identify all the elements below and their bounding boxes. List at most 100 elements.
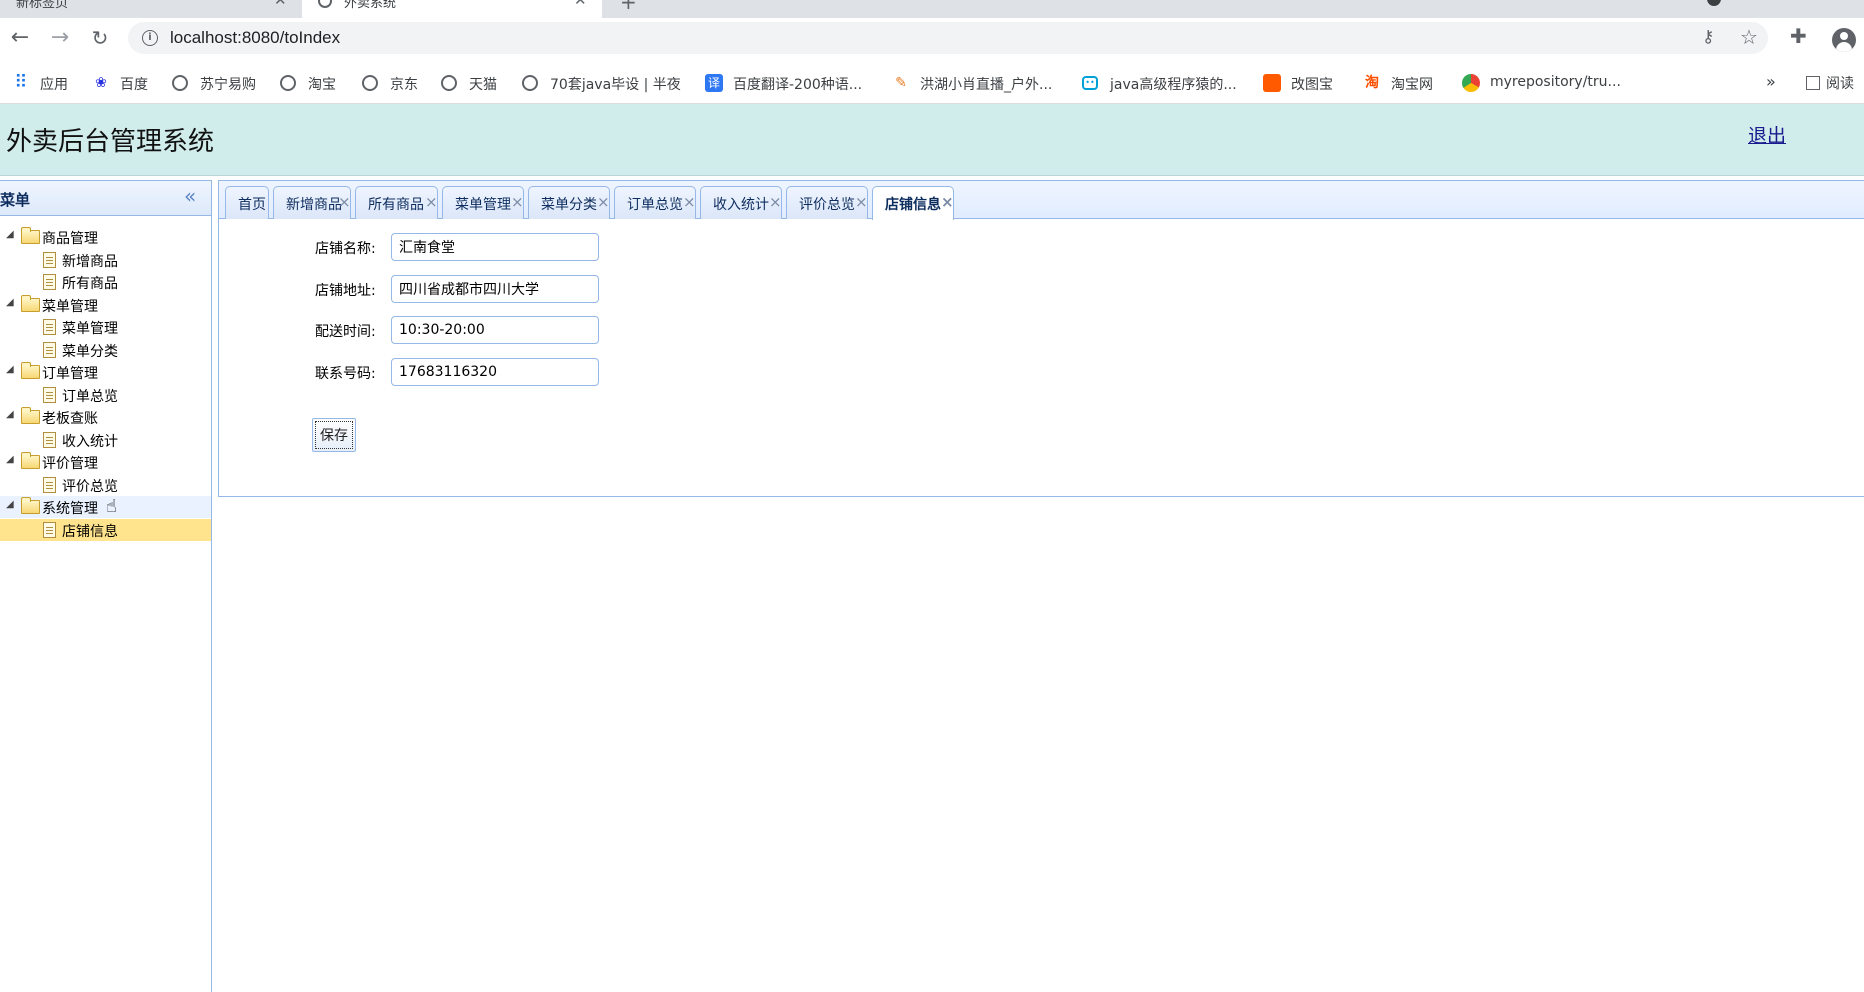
new-tab-plus-icon[interactable]: +: [620, 0, 637, 14]
bookmark-label: 百度翻译-200种语...: [733, 77, 863, 93]
tab-close-icon[interactable]: ×: [338, 193, 351, 211]
reading-list-icon: [1806, 76, 1820, 90]
tree-label: 系统管理: [42, 501, 98, 517]
browser-tab-active[interactable]: 外卖系统 ✕: [302, 0, 602, 18]
tree-label: 商品管理: [42, 231, 98, 247]
tab-close-icon[interactable]: ×: [597, 193, 610, 211]
tab-1[interactable]: 新增商品 ×: [273, 186, 351, 219]
browser-tab-strip: 新标签页 ✕ 外卖系统 ✕ + –: [0, 0, 1864, 18]
sidebar-menu: 菜单 « ◢ 商品管理新增商品 所有商品 ◢ 菜单管理菜单管理菜单分类 ◢ 订单管理订单总览…: [0, 180, 212, 992]
shop-info-form: 店铺名称: 店铺地址: 配送时间: 联系号码:: [219, 219, 1864, 497]
profile-dot-icon[interactable]: [1707, 0, 1721, 6]
tree-label: 收入统计: [62, 434, 118, 450]
tab-close-icon[interactable]: ×: [769, 193, 782, 211]
tree-label: 新增商品: [62, 254, 118, 270]
folder-open-icon: [21, 407, 40, 424]
minimize-icon[interactable]: –: [1820, 0, 1827, 6]
tab-close-icon[interactable]: ×: [425, 193, 438, 211]
tab-6[interactable]: 收入统计 ×: [700, 186, 782, 219]
expand-triangle-icon[interactable]: ◢: [6, 229, 14, 240]
key-icon[interactable]: ⚷: [1702, 27, 1714, 47]
tree-leaf[interactable]: 新增商品: [0, 249, 211, 271]
tree-label: 老板查账: [42, 411, 98, 427]
bookmark-label: 百度: [120, 77, 148, 93]
collapse-double-chevron-icon[interactable]: «: [184, 184, 196, 208]
tab-8[interactable]: 店铺信息 ×: [872, 186, 954, 220]
tab-2[interactable]: 所有商品 ×: [355, 186, 438, 219]
save-button[interactable]: 保存: [312, 418, 356, 452]
tab-close-icon[interactable]: ×: [941, 193, 954, 211]
expand-triangle-icon[interactable]: ◢: [6, 499, 14, 510]
back-arrow-icon[interactable]: ←: [8, 26, 32, 50]
tree-label: 菜单分类: [62, 344, 118, 360]
globe-icon: [318, 0, 332, 8]
tab-close-icon[interactable]: ×: [683, 193, 696, 211]
tree-leaf[interactable]: 收入统计: [0, 429, 211, 451]
folder-open-icon: [21, 362, 40, 379]
globe-icon: [362, 75, 378, 91]
file-icon: [43, 252, 56, 268]
close-icon[interactable]: ✕: [574, 0, 587, 9]
tab-label: 收入统计: [713, 197, 769, 213]
tree-folder[interactable]: ◢ 订单管理: [0, 361, 211, 383]
file-icon: [43, 387, 56, 403]
file-icon: [43, 319, 56, 335]
tab-close-icon[interactable]: ×: [855, 193, 868, 211]
tree-leaf[interactable]: 订单总览: [0, 384, 211, 406]
tab-0[interactable]: 首页: [225, 186, 269, 219]
tab-3[interactable]: 菜单管理 ×: [442, 186, 524, 219]
phone-input[interactable]: [391, 358, 599, 386]
tree-label: 订单总览: [62, 389, 118, 405]
tree-leaf[interactable]: 菜单分类: [0, 339, 211, 361]
tab-label: 菜单分类: [541, 197, 597, 213]
tab-5[interactable]: 订单总览 ×: [614, 186, 696, 219]
tree-folder[interactable]: ◢ 商品管理: [0, 226, 211, 248]
file-icon: [43, 342, 56, 358]
tab-label: 所有商品: [368, 197, 424, 213]
reload-icon[interactable]: ↻: [88, 26, 112, 50]
tab-7[interactable]: 评价总览 ×: [786, 186, 868, 219]
browser-tab-title: 外卖系统: [344, 0, 397, 11]
delivery-time-input[interactable]: [391, 316, 599, 344]
expand-triangle-icon[interactable]: ◢: [6, 409, 14, 420]
tree-folder[interactable]: ◢ 老板查账: [0, 406, 211, 428]
bookmarks-more-chevron[interactable]: »: [1766, 72, 1776, 91]
info-icon[interactable]: i: [142, 30, 158, 46]
tree-leaf[interactable]: 评价总览: [0, 474, 211, 496]
tree-leaf[interactable]: 菜单管理: [0, 316, 211, 338]
sidebar-title: 菜单: [0, 191, 31, 209]
star-icon[interactable]: ☆: [1740, 25, 1758, 49]
close-icon[interactable]: ✕: [274, 0, 287, 9]
reading-list-label: 阅读: [1826, 76, 1854, 92]
sidebar-header: 菜单 «: [0, 180, 211, 216]
globe-icon: [441, 75, 457, 91]
globe-icon: [522, 75, 538, 91]
logout-link[interactable]: 退出: [1748, 121, 1786, 148]
expand-triangle-icon[interactable]: ◢: [6, 297, 14, 308]
tree-leaf[interactable]: 所有商品: [0, 271, 211, 293]
tab-close-icon[interactable]: ×: [511, 193, 524, 211]
browser-tab-new[interactable]: 新标签页 ✕: [0, 0, 300, 18]
address-label: 店铺地址:: [315, 283, 376, 299]
reading-list[interactable]: 阅读: [1806, 73, 1854, 93]
shop-name-label: 店铺名称:: [315, 241, 376, 257]
tree-folder[interactable]: ◢ 评价管理: [0, 451, 211, 473]
bookmarks-bar: ⠿ 应用 ❀ 百度 苏宁易购 淘宝 京东 天猫 70套java毕设 | 半夜 译…: [0, 64, 1864, 104]
tab-label: 菜单管理: [455, 197, 511, 213]
address-input[interactable]: [391, 275, 599, 303]
tree-folder[interactable]: ◢ 菜单管理: [0, 294, 211, 316]
url-text[interactable]: localhost:8080/toIndex: [170, 28, 340, 48]
baidu-paw-icon: ❀: [95, 75, 107, 91]
forward-arrow-icon[interactable]: →: [48, 26, 72, 50]
profile-avatar-icon[interactable]: [1832, 28, 1856, 52]
shop-name-input[interactable]: [391, 233, 599, 261]
apps-grid-icon: ⠿: [14, 72, 28, 93]
expand-triangle-icon[interactable]: ◢: [6, 454, 14, 465]
tree-label: 菜单管理: [62, 321, 118, 337]
file-icon: [43, 477, 56, 493]
tree-leaf[interactable]: 店铺信息: [0, 519, 211, 541]
expand-triangle-icon[interactable]: ◢: [6, 364, 14, 375]
puzzle-extension-icon[interactable]: ✚: [1790, 24, 1807, 48]
tab-4[interactable]: 菜单分类 ×: [528, 186, 610, 219]
address-bar[interactable]: i localhost:8080/toIndex ⚷ ☆: [128, 22, 1768, 54]
